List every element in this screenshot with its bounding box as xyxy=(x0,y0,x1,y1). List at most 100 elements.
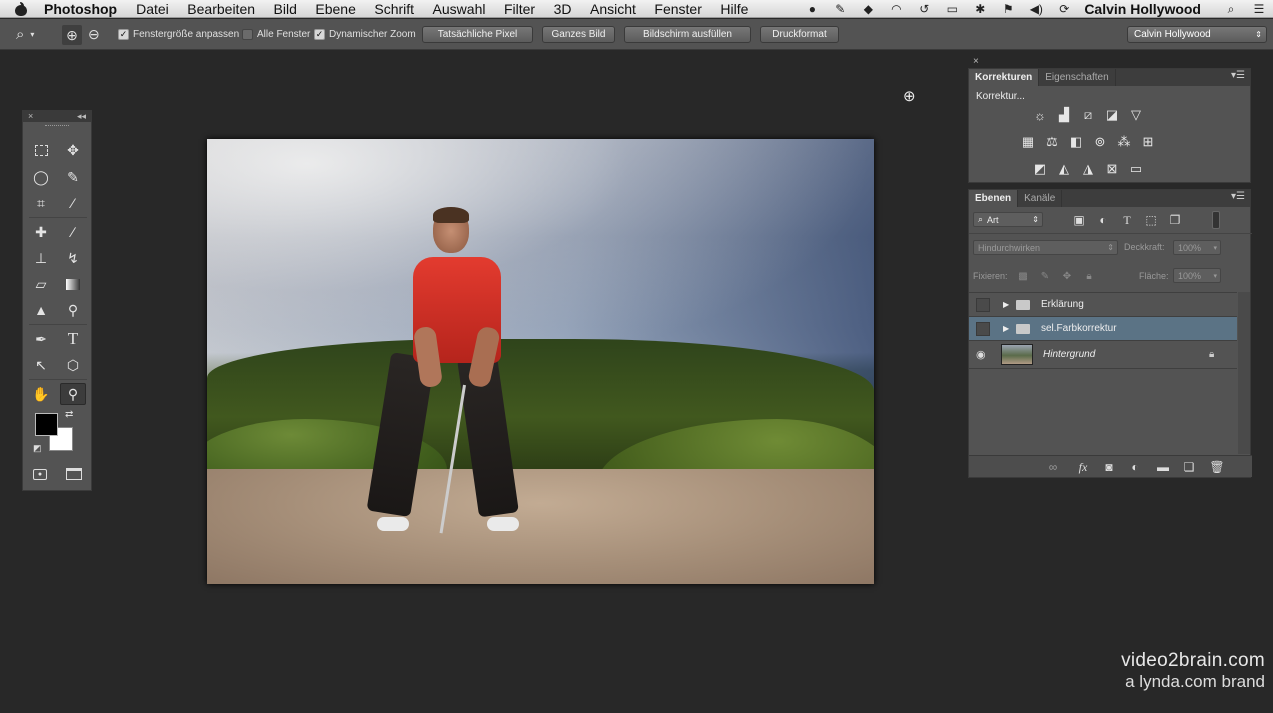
wifi-icon[interactable]: ◠ xyxy=(888,2,904,16)
status-app-icon[interactable]: ● xyxy=(804,2,820,16)
all-windows-checkbox[interactable] xyxy=(242,29,253,40)
panel-menu-icon[interactable]: ▾☰ xyxy=(1231,70,1245,81)
scrubby-zoom-checkbox[interactable]: ✓ xyxy=(314,29,325,40)
opacity-input[interactable]: 100% ▾ xyxy=(1173,240,1221,255)
panel-menu-icon[interactable]: ▾☰ xyxy=(1231,191,1245,202)
default-colors-icon[interactable]: ◩ xyxy=(33,443,42,454)
marquee-tool-icon[interactable] xyxy=(28,139,54,161)
expand-arrow-icon[interactable]: ▶ xyxy=(1003,324,1009,333)
lasso-tool-icon[interactable]: ◯ xyxy=(28,166,54,188)
new-group-icon[interactable]: ▬ xyxy=(1155,459,1171,475)
photo-filter-icon[interactable]: ⊚ xyxy=(1091,134,1109,150)
hue-saturation-icon[interactable]: ▦ xyxy=(1019,134,1037,150)
document-canvas[interactable] xyxy=(207,139,874,584)
color-balance-icon[interactable]: ⚖ xyxy=(1043,134,1061,150)
quick-selection-tool-icon[interactable]: ✎ xyxy=(60,166,86,188)
link-layers-icon[interactable]: ∞ xyxy=(1045,459,1061,475)
zoom-tool-icon[interactable]: ⚲ xyxy=(60,383,86,405)
hand-tool-icon[interactable]: ✋ xyxy=(28,383,54,405)
layer-style-icon[interactable]: fx xyxy=(1075,459,1091,475)
user-name[interactable]: Calvin Hollywood xyxy=(1084,1,1201,17)
menu-schrift[interactable]: Schrift xyxy=(374,1,414,17)
evernote-icon[interactable]: ✎ xyxy=(832,2,848,16)
invert-icon[interactable]: ◩ xyxy=(1031,161,1049,177)
zoom-out-icon[interactable]: ⊖ xyxy=(88,19,100,50)
lock-transparent-icon[interactable]: ▩ xyxy=(1015,268,1031,284)
display-icon[interactable]: ▭ xyxy=(944,2,960,16)
print-size-button[interactable]: Druckformat xyxy=(760,26,839,43)
layer-row-hintergrund[interactable]: ◉ Hintergrund 🔒︎ xyxy=(969,341,1237,369)
layer-row-erklaerung[interactable]: ▶ Erklärung xyxy=(969,293,1237,317)
vibrance-icon[interactable]: ▽ xyxy=(1127,107,1145,123)
filter-adjustment-icon[interactable]: ◐ xyxy=(1095,212,1111,228)
brightness-contrast-icon[interactable]: ☼ xyxy=(1031,107,1049,123)
healing-brush-tool-icon[interactable]: ✚ xyxy=(28,221,54,243)
delete-layer-icon[interactable]: 🗑︎ xyxy=(1209,459,1225,475)
channel-mixer-icon[interactable]: ⁂ xyxy=(1115,134,1133,150)
path-selection-tool-icon[interactable]: ↖ xyxy=(28,354,54,376)
layer-filter-select[interactable]: ⌕ Art ⇕ xyxy=(973,212,1043,227)
lock-pixels-icon[interactable]: ✎ xyxy=(1037,268,1053,284)
menu-bild[interactable]: Bild xyxy=(274,1,297,17)
lock-all-icon[interactable]: 🔒︎ xyxy=(1081,268,1097,284)
color-lookup-icon[interactable]: ⊞ xyxy=(1139,134,1157,150)
workspace-select[interactable]: Calvin Hollywood ⇕ xyxy=(1127,26,1267,43)
clone-stamp-tool-icon[interactable]: ⊥ xyxy=(28,247,54,269)
new-layer-icon[interactable]: ❏ xyxy=(1181,459,1197,475)
spotlight-search-icon[interactable]: ⌕ xyxy=(1223,2,1239,16)
sync-icon[interactable]: ⟳ xyxy=(1056,2,1072,16)
visibility-toggle[interactable] xyxy=(976,297,990,312)
menu-ebene[interactable]: Ebene xyxy=(315,1,355,17)
tools-panel-header[interactable]: × ◂◂ xyxy=(23,111,91,122)
menu-3d[interactable]: 3D xyxy=(554,1,572,17)
fill-input[interactable]: 100% ▾ xyxy=(1173,268,1221,283)
filter-toggle-switch[interactable] xyxy=(1212,211,1220,229)
foreground-color-swatch[interactable] xyxy=(35,413,58,436)
menu-datei[interactable]: Datei xyxy=(136,1,169,17)
menu-hilfe[interactable]: Hilfe xyxy=(720,1,748,17)
tab-eigenschaften[interactable]: Eigenschaften xyxy=(1039,69,1116,86)
move-tool-icon[interactable]: ✥ xyxy=(60,139,86,161)
layers-scrollbar[interactable] xyxy=(1238,292,1250,454)
volume-icon[interactable]: ◀) xyxy=(1028,2,1044,16)
zoom-tool-preset-icon[interactable]: ⌕ ▾ xyxy=(16,19,34,50)
blur-tool-icon[interactable]: ▲ xyxy=(28,299,54,321)
gradient-map-icon[interactable]: ▭ xyxy=(1127,161,1145,177)
shape-tool-icon[interactable]: ⬡ xyxy=(60,354,86,376)
levels-icon[interactable]: ▟ xyxy=(1055,107,1073,123)
close-icon[interactable]: × xyxy=(973,56,979,67)
menu-filter[interactable]: Filter xyxy=(504,1,535,17)
tab-korrekturen[interactable]: Korrekturen xyxy=(969,69,1040,86)
screen-mode-icon[interactable] xyxy=(61,463,87,485)
crop-tool-icon[interactable]: ⌗ xyxy=(28,192,54,214)
blend-mode-select[interactable]: Hindurchwirken ⇕ xyxy=(973,240,1118,255)
posterize-icon[interactable]: ◭ xyxy=(1055,161,1073,177)
flag-icon[interactable]: ⚑ xyxy=(1000,2,1016,16)
lock-position-icon[interactable]: ✥ xyxy=(1059,268,1075,284)
fit-screen-button[interactable]: Ganzes Bild xyxy=(542,26,615,43)
actual-pixels-button[interactable]: Tatsächliche Pixel xyxy=(422,26,533,43)
apple-icon[interactable] xyxy=(14,1,28,16)
dropbox-icon[interactable]: ◆ xyxy=(860,2,876,16)
menu-fenster[interactable]: Fenster xyxy=(654,1,701,17)
eraser-tool-icon[interactable]: ▱ xyxy=(28,273,54,295)
filter-pixel-icon[interactable]: ▣ xyxy=(1071,212,1087,228)
eye-icon[interactable]: ◉ xyxy=(976,348,986,361)
brush-tool-icon[interactable]: ∕ xyxy=(60,221,86,243)
filter-smart-object-icon[interactable]: ❐ xyxy=(1167,212,1183,228)
filter-shape-icon[interactable]: ⬚ xyxy=(1143,212,1159,228)
history-brush-tool-icon[interactable]: ↯ xyxy=(60,247,86,269)
filter-type-icon[interactable]: T xyxy=(1119,212,1135,228)
tab-ebenen[interactable]: Ebenen xyxy=(969,190,1019,207)
dodge-tool-icon[interactable]: ⚲ xyxy=(60,299,86,321)
time-machine-icon[interactable]: ↺ xyxy=(916,2,932,16)
pen-tool-icon[interactable]: ✒ xyxy=(28,328,54,350)
notification-center-icon[interactable]: ☰ xyxy=(1251,2,1267,16)
visibility-toggle[interactable] xyxy=(976,321,990,336)
scrubby-zoom-option[interactable]: ✓ Dynamischer Zoom xyxy=(314,19,416,50)
selective-color-icon[interactable]: ⊠ xyxy=(1103,161,1121,177)
black-white-icon[interactable]: ◧ xyxy=(1067,134,1085,150)
bluetooth-icon[interactable]: ✱ xyxy=(972,2,988,16)
fit-window-option[interactable]: ✓ Fenstergröße anpassen xyxy=(118,19,239,50)
menu-auswahl[interactable]: Auswahl xyxy=(433,1,486,17)
